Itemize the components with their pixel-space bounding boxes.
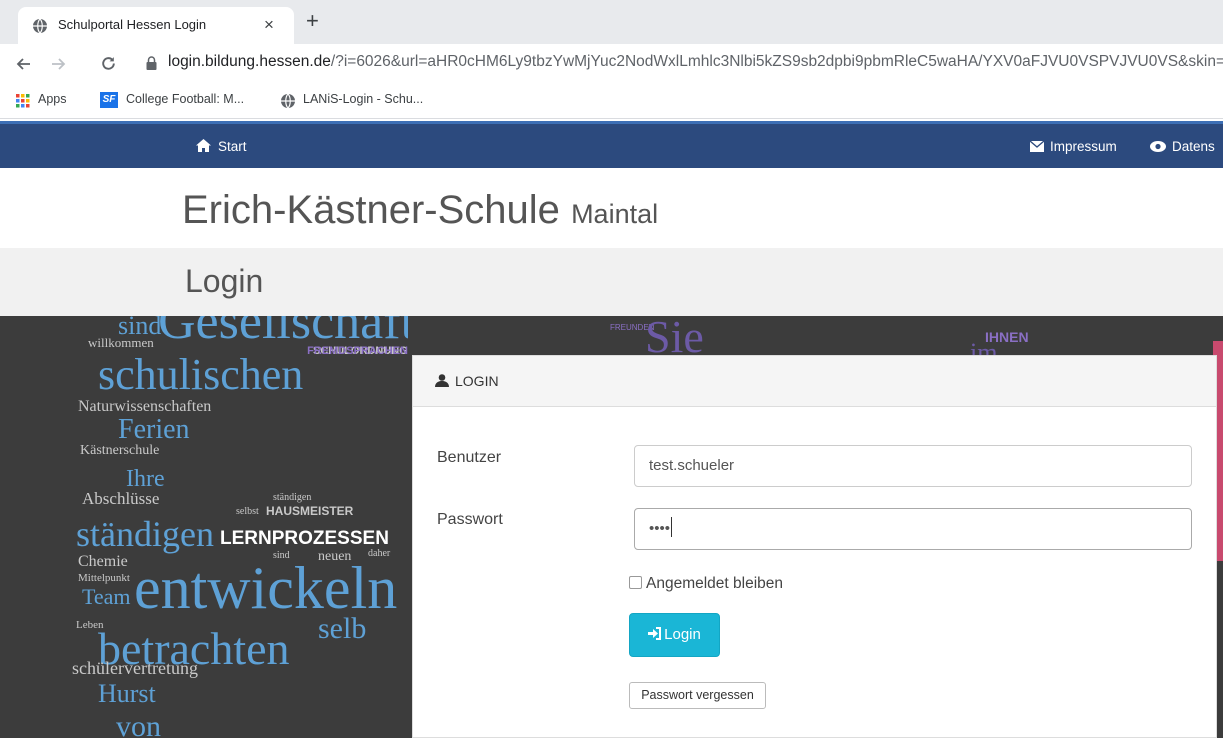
apps-grid-icon[interactable] <box>16 94 30 108</box>
page-heading-band: Login <box>0 248 1223 316</box>
browser-toolbar: login.bildung.hessen.de/?i=6026&url=aHR0… <box>0 44 1223 84</box>
site-nav-bar: Start Impressum Datens <box>0 121 1223 168</box>
text-cursor <box>671 517 673 537</box>
school-title: Erich-Kästner-Schule Maintal <box>182 188 658 233</box>
username-input[interactable]: test.schueler <box>634 445 1192 487</box>
word: LERNPROZESSEN <box>220 528 389 549</box>
nav-start[interactable]: Start <box>218 139 247 154</box>
username-label: Benutzer <box>437 449 502 466</box>
wordcloud-left: sind Gesellschaft willkommen SCHULORDNUN… <box>72 316 408 738</box>
url-path: /?i=6026&url=aHR0cHM6Ly9tbzYwMjYuc2NodWx… <box>330 53 1223 70</box>
nav-datenschutz[interactable]: Datens <box>1172 139 1215 154</box>
address-bar[interactable]: login.bildung.hessen.de/?i=6026&url=aHR0… <box>168 53 1223 71</box>
login-button-label: Login <box>664 626 701 643</box>
sign-in-icon <box>648 627 662 640</box>
login-panel-title: LOGIN <box>455 373 499 389</box>
word: Ferien <box>118 414 190 445</box>
word: Hurst <box>98 679 157 708</box>
school-name: Erich-Kästner-Schule <box>182 188 560 232</box>
word: willkommen <box>88 335 154 350</box>
word: Abschlüsse <box>82 489 159 508</box>
new-tab-icon[interactable]: + <box>306 10 319 32</box>
word: schulischen <box>98 350 303 399</box>
envelope-icon <box>1030 141 1044 152</box>
browser-tab-bar: Schulportal Hessen Login × + <box>0 0 1223 44</box>
back-arrow-icon[interactable] <box>16 56 32 72</box>
school-place: Maintal <box>571 199 659 229</box>
eye-icon <box>1150 141 1166 152</box>
sf-logo-icon: SF <box>100 92 118 108</box>
globe-icon <box>281 93 295 109</box>
url-host: login.bildung.hessen.de <box>168 53 331 70</box>
password-input[interactable]: •••• <box>634 508 1192 550</box>
word: Naturwissenschaften <box>78 398 211 415</box>
bookmark-apps[interactable]: Apps <box>38 92 67 106</box>
word: selb <box>318 612 366 645</box>
remember-me-label: Angemeldet bleiben <box>646 575 784 592</box>
bookmarks-bar: Apps SF College Football: M... LANiS-Log… <box>0 84 1223 119</box>
nav-impressum[interactable]: Impressum <box>1050 139 1117 154</box>
browser-tab[interactable]: Schulportal Hessen Login × <box>18 7 294 44</box>
password-label: Passwort <box>437 511 503 528</box>
word: Team <box>82 584 131 609</box>
home-icon <box>196 139 211 152</box>
reload-icon[interactable] <box>100 55 117 72</box>
close-tab-icon[interactable]: × <box>264 15 274 35</box>
forgot-password-button[interactable]: Passwort vergessen <box>629 682 766 709</box>
word: ständigen <box>273 492 311 503</box>
login-button[interactable]: Login <box>629 613 720 657</box>
login-panel-header: LOGIN <box>413 356 1216 407</box>
word: selbst <box>236 506 259 517</box>
page-title: Login <box>185 263 264 299</box>
checkbox-box[interactable] <box>629 576 642 589</box>
globe-icon <box>33 18 47 34</box>
word: von <box>116 710 161 738</box>
tab-title: Schulportal Hessen Login <box>58 17 207 32</box>
word: HAUSMEISTER <box>266 504 354 518</box>
bookmark-lanis-login[interactable]: LANiS-Login - Schu... <box>303 92 423 106</box>
word: ständigen <box>76 514 214 554</box>
word: schülervertretung <box>72 658 198 678</box>
forward-arrow-icon[interactable] <box>50 56 66 72</box>
bookmark-college-football[interactable]: College Football: M... <box>126 92 244 106</box>
user-icon <box>435 374 449 387</box>
word: FREMDSPRACHEN <box>307 345 408 357</box>
remember-me-checkbox[interactable]: Angemeldet bleiben <box>629 575 783 593</box>
word: Chemie <box>78 553 128 570</box>
password-dots: •••• <box>649 520 671 537</box>
lock-icon <box>146 56 157 70</box>
word: Mittelpunkt <box>78 572 130 584</box>
word: Kästnerschule <box>80 443 159 458</box>
login-panel: LOGIN Benutzer test.schueler Passwort ••… <box>412 355 1217 738</box>
